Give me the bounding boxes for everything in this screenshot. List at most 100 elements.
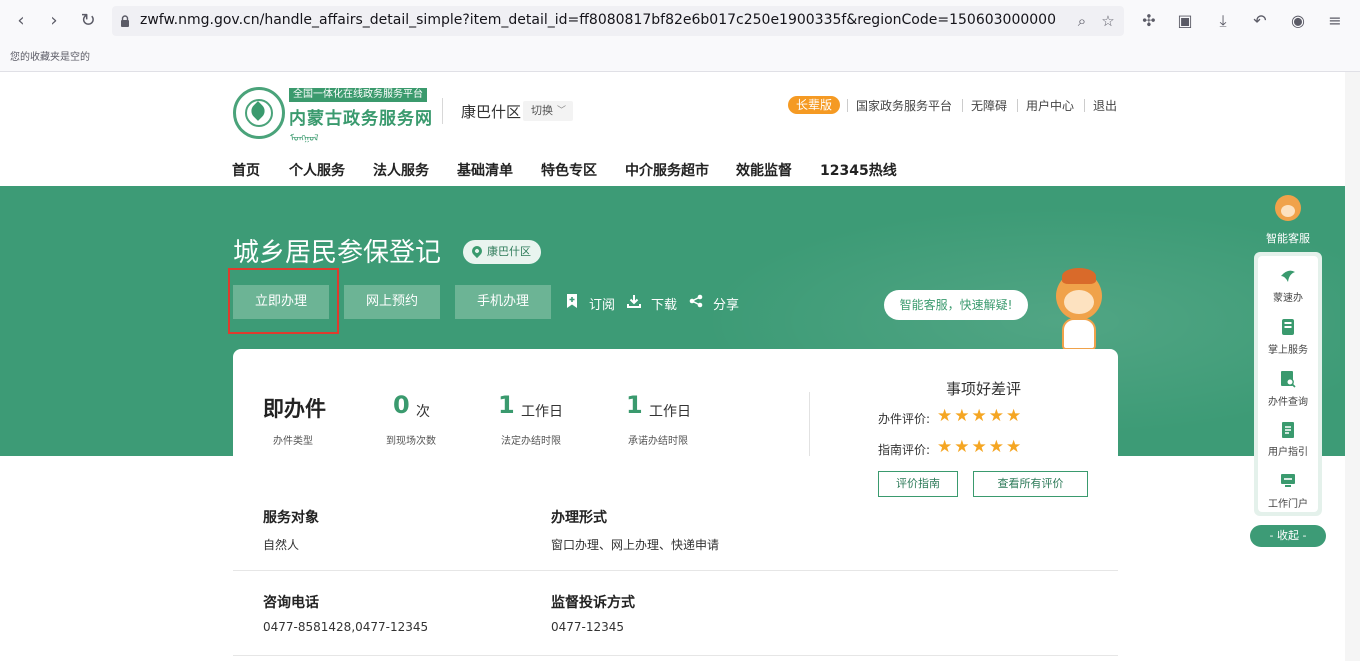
- star-bookmark-icon[interactable]: ☆: [1098, 11, 1118, 31]
- side-item-mengsuban[interactable]: 蒙速办: [1258, 289, 1318, 304]
- site-logo-emblem[interactable]: [233, 87, 285, 139]
- region-tag: 康巴什区: [463, 240, 541, 264]
- item-rating-label: 办件评价:: [878, 412, 931, 426]
- location-pin-icon: [469, 243, 485, 259]
- visits-unit: 次: [416, 404, 430, 420]
- switch-region-label: 切换: [531, 104, 553, 117]
- mascot-image[interactable]: [1048, 268, 1108, 352]
- side-item-mobile-service[interactable]: 掌上服务: [1258, 341, 1318, 356]
- side-ai-service-label[interactable]: 智能客服: [1266, 230, 1310, 246]
- nav-special-zone[interactable]: 特色专区: [541, 160, 597, 180]
- nav-agency-market[interactable]: 中介服务超市: [625, 160, 709, 180]
- menu-icon[interactable]: ≡: [1324, 10, 1346, 32]
- ai-service-bubble[interactable]: 智能客服，快速解疑!: [884, 290, 1028, 320]
- zoom-icon[interactable]: ⌕: [1072, 11, 1092, 31]
- elder-mode-button[interactable]: 长辈版: [788, 96, 840, 114]
- undo-icon[interactable]: ↶: [1249, 10, 1271, 32]
- accessibility-link[interactable]: 无障碍: [971, 97, 1007, 114]
- promise-limit-unit: 工作日: [649, 404, 691, 420]
- legal-limit-value: 1: [498, 391, 515, 419]
- download-icon[interactable]: ⤓: [1212, 10, 1234, 32]
- mobile-service-icon[interactable]: [1279, 318, 1297, 336]
- guide-rating-label: 指南评价:: [878, 443, 931, 457]
- complaint-title: 监督投诉方式: [551, 595, 635, 611]
- mengsuban-icon[interactable]: [1279, 266, 1297, 284]
- item-type-label: 办件类型: [273, 436, 313, 447]
- link-separator: [847, 99, 848, 112]
- reload-icon[interactable]: ↻: [77, 10, 99, 32]
- forward-icon[interactable]: ›: [43, 10, 65, 32]
- work-portal-icon[interactable]: [1279, 472, 1297, 490]
- legal-limit-label: 法定办结时限: [501, 436, 561, 447]
- lock-icon: [121, 15, 129, 27]
- page-scrollbar[interactable]: [1345, 72, 1360, 661]
- side-item-user-guide[interactable]: 用户指引: [1258, 443, 1318, 458]
- chevron-down-icon: ﹀: [556, 106, 566, 116]
- current-region: 康巴什区: [461, 103, 522, 121]
- page-title: 城乡居民参保登记: [233, 238, 442, 268]
- side-item-work-portal[interactable]: 工作门户: [1258, 495, 1318, 510]
- logout-link[interactable]: 退出: [1093, 97, 1117, 114]
- nav-legal-entity-services[interactable]: 法人服务: [373, 160, 429, 180]
- view-all-ratings-button[interactable]: 查看所有评价: [973, 471, 1088, 497]
- handling-form-title: 办理形式: [551, 510, 607, 526]
- container-icon[interactable]: ▣: [1174, 10, 1196, 32]
- query-icon[interactable]: [1279, 370, 1297, 388]
- header-divider: [442, 98, 443, 124]
- share-icon[interactable]: [689, 294, 703, 308]
- handling-form-value: 窗口办理、网上办理、快递申请: [551, 538, 720, 552]
- item-type-value: 即办件: [263, 397, 326, 421]
- logo-mongolian-script: ᠮᠣᠩᠭᠣᠯ: [290, 134, 319, 144]
- address-bar[interactable]: zwfw.nmg.gov.cn/handle_affairs_detail_si…: [112, 6, 1124, 36]
- collapse-panel-button[interactable]: - 收起 -: [1250, 525, 1326, 547]
- download-link[interactable]: 下载: [651, 294, 677, 313]
- region-tag-label: 康巴什区: [487, 245, 531, 258]
- account-icon[interactable]: ◉: [1287, 10, 1309, 32]
- logo-platform-tag: 全国一体化在线政务服务平台: [289, 88, 427, 102]
- subscribe-link[interactable]: 订阅: [589, 294, 615, 313]
- card-divider: [809, 392, 810, 456]
- bookmarks-empty-text: 您的收藏夹是空的: [10, 52, 90, 63]
- link-separator: [962, 99, 963, 112]
- nav-12345-hotline[interactable]: 12345热线: [820, 160, 897, 180]
- nav-basic-list[interactable]: 基础清单: [457, 160, 513, 180]
- user-guide-icon[interactable]: [1279, 421, 1297, 439]
- nav-home[interactable]: 首页: [232, 160, 260, 180]
- rating-guide-button[interactable]: 评价指南: [878, 471, 958, 497]
- user-center-link[interactable]: 用户中心: [1026, 97, 1074, 114]
- promise-limit-label: 承诺办结时限: [628, 436, 688, 447]
- link-separator: [1017, 99, 1018, 112]
- bookmarks-bar: 您的收藏夹是空的: [0, 42, 1360, 72]
- switch-region-button[interactable]: 切换 ﹀: [523, 101, 573, 121]
- nav-personal-services[interactable]: 个人服务: [289, 160, 345, 180]
- logo-title[interactable]: 内蒙古政务服务网: [289, 104, 433, 129]
- guide-rating-stars: ★★★★★: [937, 437, 1024, 457]
- row-divider: [233, 570, 1118, 571]
- complaint-value: 0477-12345: [551, 620, 625, 634]
- extensions-icon[interactable]: ✣: [1138, 10, 1160, 32]
- link-separator: [1084, 99, 1085, 112]
- row-divider: [233, 655, 1118, 656]
- mobile-apply-button[interactable]: 手机办理: [455, 285, 551, 319]
- side-mascot-icon[interactable]: [1273, 193, 1303, 227]
- promise-limit-value: 1: [626, 391, 643, 419]
- consult-phone-title: 咨询电话: [263, 595, 319, 611]
- item-rating-stars: ★★★★★: [937, 406, 1024, 426]
- visits-value: 0: [393, 391, 410, 419]
- highlight-annotation: [228, 268, 339, 334]
- visits-label: 到现场次数: [386, 436, 436, 447]
- legal-limit-unit: 工作日: [521, 404, 563, 420]
- online-booking-button[interactable]: 网上预约: [344, 285, 440, 319]
- download-icon[interactable]: [627, 294, 641, 308]
- side-item-case-query[interactable]: 办件查询: [1258, 393, 1318, 408]
- subscribe-icon[interactable]: [565, 294, 579, 308]
- nav-efficiency-supervision[interactable]: 效能监督: [736, 160, 792, 180]
- service-target-value: 自然人: [263, 538, 300, 552]
- url-text[interactable]: zwfw.nmg.gov.cn/handle_affairs_detail_si…: [140, 12, 1056, 28]
- rating-title: 事项好差评: [946, 380, 1022, 398]
- back-icon[interactable]: ‹: [10, 10, 32, 32]
- share-link[interactable]: 分享: [713, 294, 739, 313]
- browser-toolbar: ‹ › ↻ zwfw.nmg.gov.cn/handle_affairs_det…: [0, 0, 1360, 42]
- national-platform-link[interactable]: 国家政务服务平台: [856, 97, 952, 114]
- service-target-title: 服务对象: [263, 510, 319, 526]
